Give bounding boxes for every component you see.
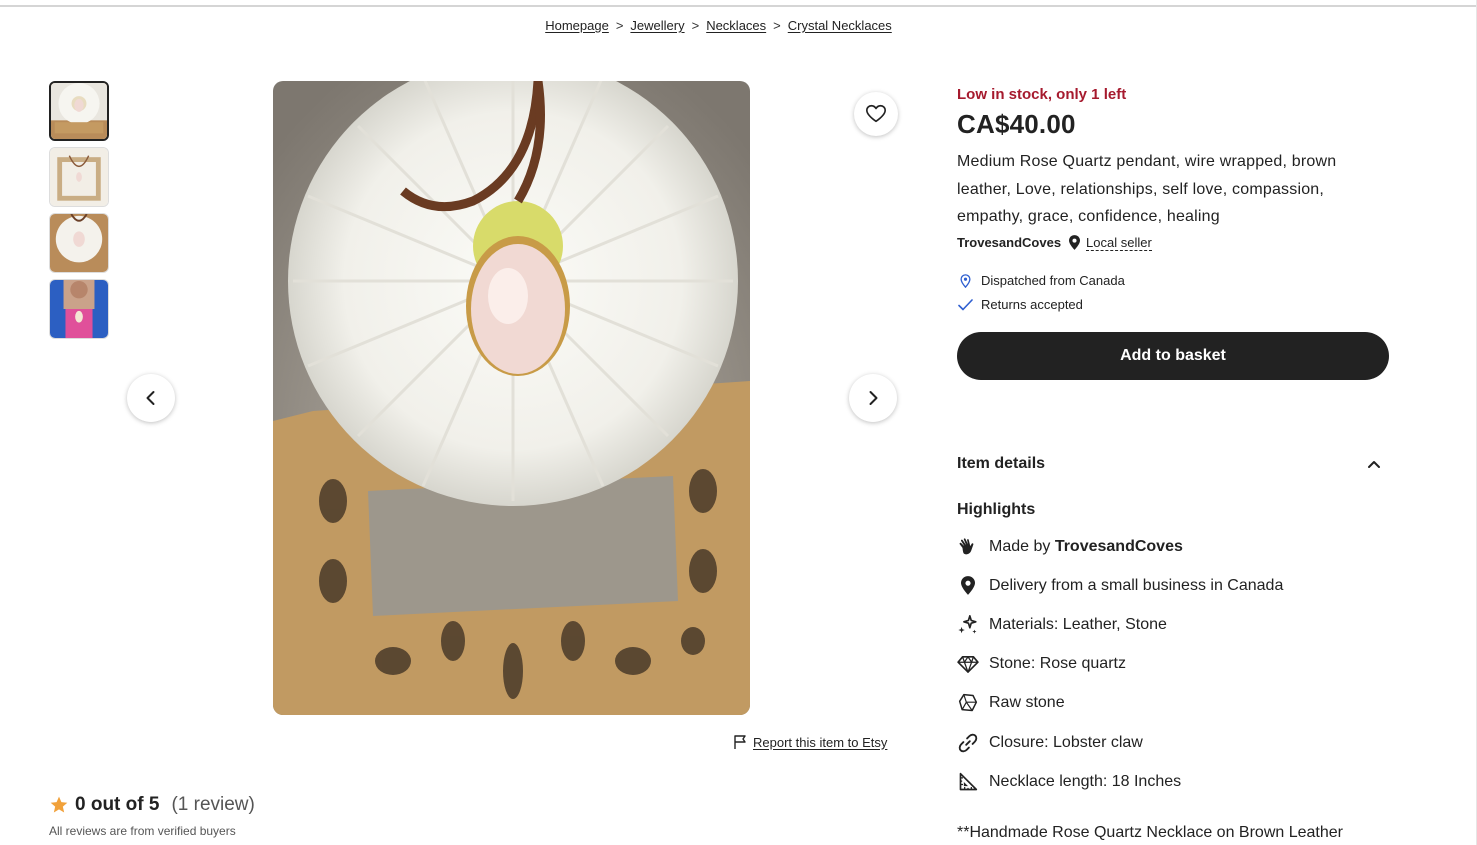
location-pin-icon [1069, 235, 1081, 250]
closure-text: Closure: Lobster claw [989, 733, 1143, 751]
hand-wave-icon [957, 536, 979, 558]
ruler-icon [957, 771, 979, 793]
add-to-favourites-button[interactable] [854, 92, 898, 136]
verified-buyers-note: All reviews are from verified buyers [49, 824, 236, 838]
stone-text: Stone: Rose quartz [989, 655, 1126, 673]
listing-title: Medium Rose Quartz pendant, wire wrapped… [957, 153, 1337, 225]
report-item-link[interactable]: Report this item to Etsy [733, 734, 887, 750]
breadcrumb-separator: > [773, 18, 781, 33]
next-image-button[interactable] [849, 374, 897, 422]
chevron-left-icon [142, 389, 160, 407]
chevron-right-icon [864, 389, 882, 407]
made-by-shop[interactable]: TrovesandCoves [1055, 538, 1183, 555]
flag-icon [733, 734, 747, 750]
sparkle-icon [957, 614, 979, 636]
breadcrumb-jewellery[interactable]: Jewellery [630, 18, 684, 33]
breadcrumb-separator: > [691, 18, 700, 33]
highlight-stone: Stone: Rose quartz [957, 645, 1397, 684]
thumbnail-4[interactable] [49, 279, 109, 339]
returns-row: Returns accepted [957, 293, 1389, 317]
review-count[interactable]: (1 review) [171, 794, 254, 816]
checkmark-icon [957, 298, 973, 311]
raw-stone-text: Raw stone [989, 694, 1065, 712]
chevron-up-icon [1367, 459, 1381, 469]
breadcrumb-necklaces[interactable]: Necklaces [706, 18, 766, 33]
returns-text: Returns accepted [981, 297, 1083, 312]
description-preview: **Handmade Rose Quartz Necklace on Brown… [957, 824, 1343, 841]
dispatched-text: Dispatched from Canada [981, 273, 1125, 288]
shipping-info: Dispatched from Canada Returns accepted [957, 269, 1389, 317]
necklace-length-text: Necklace length: 18 Inches [989, 772, 1182, 790]
highlights-heading: Highlights [957, 501, 1036, 518]
rating-score: 0 out of 5 [75, 794, 160, 815]
purchase-panel: Low in stock, only 1 left CA$40.00 Mediu… [957, 86, 1389, 380]
highlights-section: Highlights Made by TrovesandCoves Delive… [957, 501, 1397, 801]
highlight-length: Necklace length: 18 Inches [957, 762, 1397, 801]
star-icon [49, 795, 69, 815]
gem-icon [957, 653, 979, 675]
price: CA$40.00 [957, 109, 1076, 139]
item-details-heading: Item details [957, 455, 1046, 472]
highlight-raw-stone: Raw stone [957, 684, 1397, 723]
breadcrumb-homepage[interactable]: Homepage [545, 18, 609, 33]
previous-image-button[interactable] [127, 374, 175, 422]
materials-text: Materials: Leather, Stone [989, 615, 1167, 633]
top-divider [0, 5, 1477, 7]
highlight-materials: Materials: Leather, Stone [957, 605, 1397, 644]
reviews-summary: 0 out of 5 (1 review) [49, 794, 255, 816]
thumbnail-1[interactable] [49, 81, 109, 141]
dispatched-row: Dispatched from Canada [957, 269, 1389, 293]
report-item-label: Report this item to Etsy [753, 734, 888, 750]
highlight-closure: Closure: Lobster claw [957, 723, 1397, 762]
thumbnail-2[interactable] [49, 147, 109, 207]
made-by-prefix: Made by [989, 537, 1055, 555]
local-seller-link[interactable]: Local seller [1086, 235, 1152, 251]
delivery-text: Delivery from a small business in Canada [989, 576, 1284, 594]
seller-name[interactable]: TrovesandCoves [957, 235, 1061, 250]
location-pin-icon [957, 273, 973, 288]
location-pin-icon [957, 575, 979, 597]
thumbnail-3[interactable] [49, 213, 109, 273]
stock-status: Low in stock, only 1 left [957, 86, 1127, 103]
raw-stone-icon [957, 692, 979, 714]
product-main-image [273, 81, 750, 715]
highlight-delivery: Delivery from a small business in Canada [957, 566, 1397, 605]
thumbnail-list [49, 81, 109, 339]
add-to-basket-button[interactable]: Add to basket [957, 331, 1389, 380]
breadcrumb-separator: > [615, 18, 624, 33]
link-icon [957, 732, 979, 754]
item-details-toggle[interactable]: Item details [957, 455, 1389, 473]
made-by-text: Made by TrovesandCoves [989, 538, 1183, 556]
highlight-made-by: Made by TrovesandCoves [957, 527, 1397, 566]
breadcrumb: Homepage > Jewellery > Necklaces > Cryst… [0, 18, 1437, 33]
seller-info: TrovesandCoves Local seller [957, 235, 1389, 251]
heart-icon [865, 103, 887, 125]
breadcrumb-crystal-necklaces[interactable]: Crystal Necklaces [788, 18, 892, 33]
